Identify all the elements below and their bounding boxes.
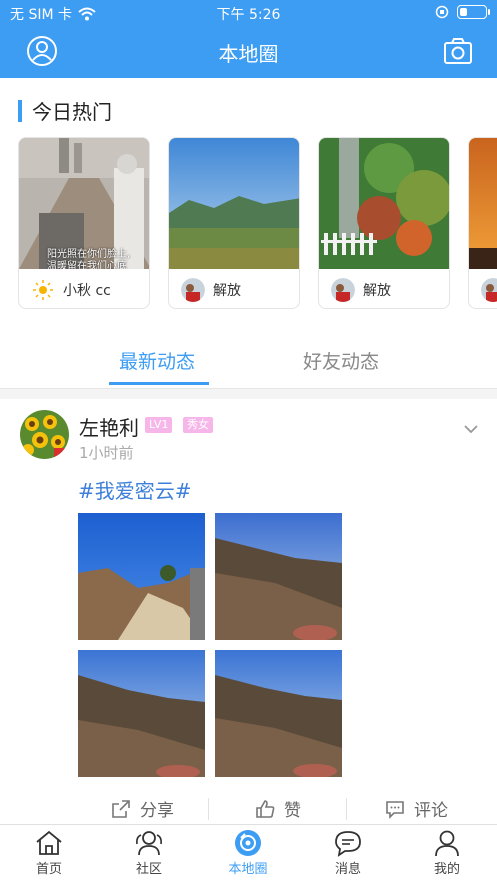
post-photo[interactable] — [78, 513, 205, 640]
tabbar-messages-label: 消息 — [334, 862, 361, 877]
hot-card-caption-line2: 温暖留在我们心底 — [47, 261, 127, 269]
hot-card-image: 阳光照在你们脸上, 温暖留在我们心底 — [19, 138, 149, 269]
post-username[interactable]: 左艳利 — [79, 412, 139, 441]
status-time: 下午 5:26 — [216, 7, 281, 23]
section-divider — [0, 389, 497, 399]
level-badge: LV1 — [145, 417, 173, 433]
message-icon — [335, 831, 361, 857]
hot-carousel[interactable]: 阳光照在你们脸上, 温暖留在我们心底 小秋 cc 解放 解放 — [18, 137, 497, 312]
camera-icon[interactable] — [442, 35, 474, 67]
tabbar-messages[interactable]: 消息 — [308, 829, 388, 877]
title-badge: 秀女 — [183, 417, 213, 433]
comment-icon — [386, 800, 404, 819]
share-icon — [112, 799, 130, 818]
person-icon — [435, 830, 459, 857]
tab-latest[interactable]: 最新动态 — [119, 347, 195, 374]
tabbar-local-label: 本地圈 — [228, 862, 268, 877]
hot-card[interactable]: 解放 — [318, 137, 450, 309]
section-accent-bar — [18, 99, 22, 122]
user-avatar-icon — [331, 277, 355, 302]
hot-card-image — [319, 138, 449, 269]
tabbar-local[interactable]: 本地圈 — [208, 829, 288, 877]
thumbs-up-icon — [256, 799, 275, 818]
like-button[interactable]: 赞 — [254, 796, 301, 821]
hot-card[interactable]: 阳光照在你们脸上, 温暖留在我们心底 小秋 cc — [18, 137, 150, 309]
status-bar: 无 SIM 卡 下午 5:26 — [0, 0, 497, 26]
orientation-lock-icon — [435, 5, 449, 19]
user-avatar-icon — [481, 277, 497, 302]
tabbar-home[interactable]: 首页 — [9, 829, 89, 877]
post-photo[interactable] — [215, 513, 342, 640]
hot-card-user: 小秋 cc — [63, 282, 111, 299]
tabbar-community-label: 社区 — [135, 862, 162, 877]
post-hashtag[interactable]: #我爱密云# — [78, 475, 192, 504]
feed-tabs: 最新动态 好友动态 — [0, 335, 497, 389]
tabbar-mine-label: 我的 — [433, 862, 460, 877]
hot-card-user: 解放 — [363, 282, 391, 299]
bottom-tab-bar: 首页 社区 本地圈 消息 我的 — [0, 824, 497, 883]
hot-card-image — [169, 138, 299, 269]
tabbar-mine[interactable]: 我的 — [407, 829, 487, 877]
hot-card-user: 解放 — [213, 282, 241, 299]
home-icon — [36, 830, 62, 855]
local-circle-icon — [235, 830, 261, 856]
hot-card-image — [469, 138, 497, 269]
active-tab-indicator — [109, 382, 209, 385]
comment-button[interactable]: 评论 — [384, 796, 448, 821]
share-label: 分享 — [140, 801, 174, 821]
sun-avatar-icon — [32, 278, 54, 301]
action-divider — [346, 798, 347, 820]
hot-card[interactable] — [468, 137, 497, 309]
post-photo[interactable] — [215, 650, 342, 777]
community-icon — [136, 831, 162, 856]
battery-icon — [457, 5, 490, 19]
post-avatar[interactable] — [20, 410, 69, 459]
tabbar-home-label: 首页 — [35, 862, 62, 877]
hot-card[interactable]: 解放 — [168, 137, 300, 309]
user-avatar-icon — [181, 277, 205, 302]
hot-card-caption-line1: 阳光照在你们脸上, — [47, 249, 131, 260]
post-actions: 分享 赞 评论 — [0, 790, 497, 826]
post-photo[interactable] — [78, 650, 205, 777]
share-button[interactable]: 分享 — [110, 796, 174, 821]
tab-friends[interactable]: 好友动态 — [303, 347, 379, 374]
header: 无 SIM 卡 下午 5:26 本地圈 — [0, 0, 497, 78]
hot-section-title: 今日热门 — [18, 96, 112, 125]
like-label: 赞 — [284, 801, 301, 821]
chevron-down-icon[interactable] — [462, 420, 480, 438]
tabbar-community[interactable]: 社区 — [109, 829, 189, 877]
hot-title: 今日热门 — [32, 100, 112, 124]
comment-label: 评论 — [414, 801, 448, 821]
post-time: 1小时前 — [79, 444, 134, 462]
page-title: 本地圈 — [218, 42, 279, 66]
action-divider — [208, 798, 209, 820]
